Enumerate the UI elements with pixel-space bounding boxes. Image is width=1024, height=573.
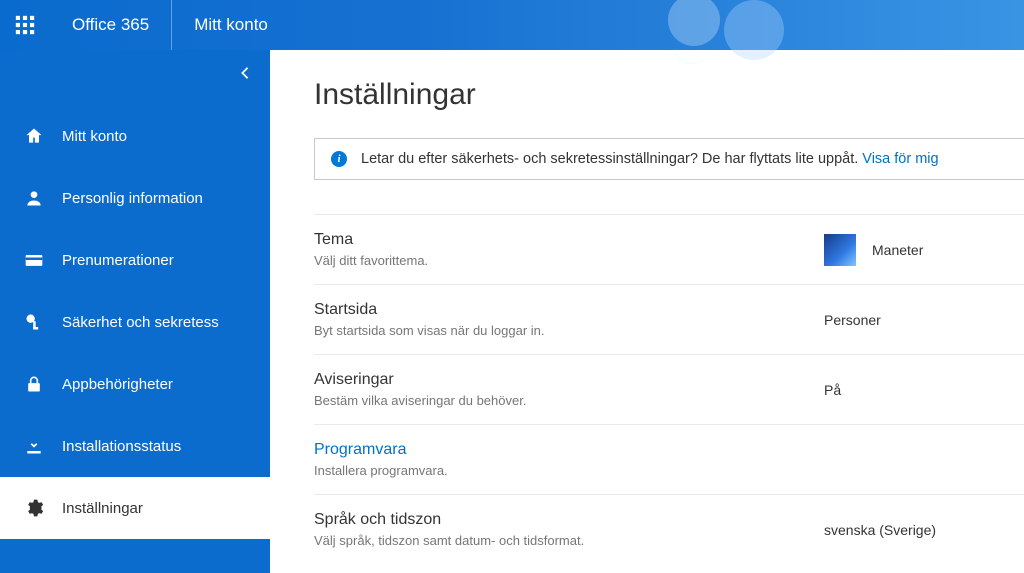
setting-title: Tema [314,231,824,249]
content-area: Inställningar i Letar du efter säkerhets… [270,50,1024,573]
setting-title: Programvara [314,441,824,459]
info-banner-text: Letar du efter säkerhets- och sekretessi… [361,151,858,167]
info-icon: i [331,151,347,167]
sidebar-item-account[interactable]: Mitt konto [0,105,270,167]
key-icon [20,312,48,332]
setting-title: Aviseringar [314,371,824,389]
setting-row-theme[interactable]: Tema Välj ditt favorittema. Maneter [314,215,1024,285]
chevron-left-icon [238,66,252,80]
sidebar-item-settings[interactable]: Inställningar [0,477,270,539]
waffle-icon [15,15,35,35]
sidebar-nav: Mitt konto Personlig information Prenume… [0,105,270,539]
sidebar-item-label: Personlig information [62,190,203,207]
sidebar-item-permissions[interactable]: Appbehörigheter [0,353,270,415]
setting-row-language[interactable]: Språk och tidszon Välj språk, tidszon sa… [314,495,1024,564]
setting-value-text: Maneter [872,242,923,258]
setting-value: Personer [824,312,1024,328]
setting-subtitle: Byt startsida som visas när du loggar in… [314,323,824,338]
sidebar-item-label: Appbehörigheter [62,376,173,393]
breadcrumb: Mitt konto [172,15,290,35]
sidebar-item-label: Mitt konto [62,128,127,145]
setting-row-notifications[interactable]: Aviseringar Bestäm vilka aviseringar du … [314,355,1024,425]
sidebar-item-subscriptions[interactable]: Prenumerationer [0,229,270,291]
card-icon [20,250,48,270]
page-title: Inställningar [314,78,1024,112]
setting-value: Maneter [824,234,1024,266]
sidebar: Mitt konto Personlig information Prenume… [0,50,270,573]
sidebar-item-label: Prenumerationer [62,252,174,269]
setting-title: Språk och tidszon [314,511,824,529]
person-icon [20,188,48,208]
sidebar-item-security[interactable]: Säkerhet och sekretess [0,291,270,353]
setting-subtitle: Välj språk, tidszon samt datum- och tids… [314,533,824,548]
gear-icon [20,498,48,518]
sidebar-item-label: Inställningar [62,500,143,517]
info-banner-link[interactable]: Visa för mig [862,151,938,167]
setting-row-startpage[interactable]: Startsida Byt startsida som visas när du… [314,285,1024,355]
sidebar-item-label: Säkerhet och sekretess [62,314,219,331]
setting-subtitle: Bestäm vilka aviseringar du behöver. [314,393,824,408]
setting-value: svenska (Sverige) [824,522,1024,538]
brand-label[interactable]: Office 365 [50,0,172,50]
sidebar-item-personal[interactable]: Personlig information [0,167,270,229]
setting-value: På [824,382,1024,398]
lock-icon [20,374,48,394]
app-launcher-button[interactable] [0,0,50,50]
theme-thumbnail [824,234,856,266]
download-icon [20,436,48,456]
setting-subtitle: Installera programvara. [314,463,824,478]
top-bar: Office 365 Mitt konto [0,0,1024,50]
setting-row-software[interactable]: Programvara Installera programvara. [314,425,1024,495]
sidebar-collapse-button[interactable] [238,66,252,85]
setting-subtitle: Välj ditt favorittema. [314,253,824,268]
home-icon [20,126,48,146]
sidebar-item-install-status[interactable]: Installationsstatus [0,415,270,477]
setting-title: Startsida [314,301,824,319]
info-banner: i Letar du efter säkerhets- och sekretes… [314,138,1024,180]
settings-list: Tema Välj ditt favorittema. Maneter Star… [314,214,1024,564]
sidebar-item-label: Installationsstatus [62,438,181,455]
